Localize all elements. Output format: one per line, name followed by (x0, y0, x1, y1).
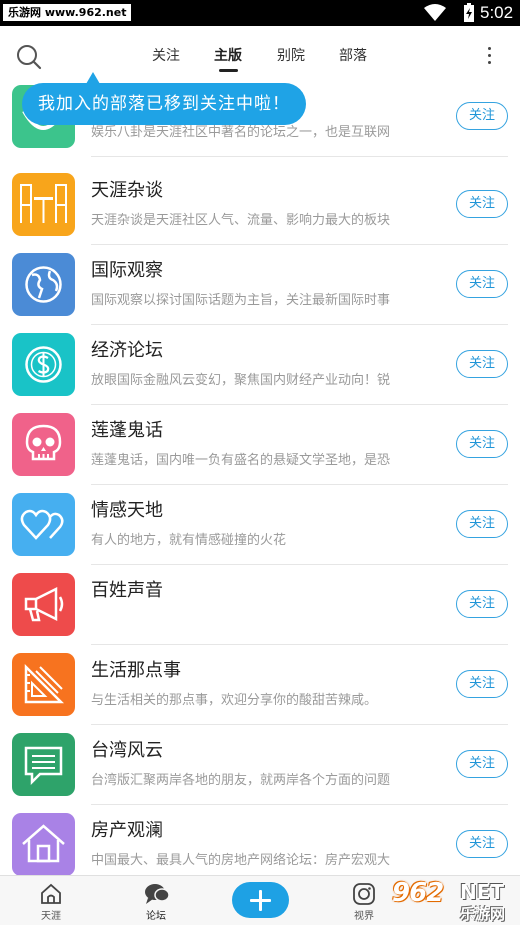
dollar-coin-icon (12, 333, 75, 396)
follow-button[interactable]: 关注 (456, 430, 508, 458)
tab-side-courtyard[interactable]: 别院 (277, 45, 305, 67)
forum-title: 台湾风云 (91, 740, 163, 761)
forum-item-taiwan[interactable]: 台湾风云 台湾版汇聚两岸各地的朋友，就两岸各个方面的问题 关注 (0, 725, 520, 805)
more-options-icon[interactable] (480, 44, 500, 68)
forum-item-international[interactable]: 国际观察 国际观察以探讨国际话题为主旨，关注最新国际时事 关注 (0, 245, 520, 325)
wifi-icon (424, 4, 446, 21)
follow-button[interactable]: 关注 (456, 670, 508, 698)
home-icon (41, 883, 61, 904)
forum-description: 与生活相关的那点事，欢迎分享你的酸甜苦辣咸。 (91, 693, 378, 708)
plus-icon[interactable] (232, 882, 289, 918)
divider (91, 156, 508, 157)
follow-button[interactable]: 关注 (456, 270, 508, 298)
status-time: 5:02 (480, 3, 514, 22)
chat-bubbles-icon (145, 884, 170, 904)
follow-button[interactable]: 关注 (456, 350, 508, 378)
forum-title: 百姓声音 (91, 580, 163, 601)
follow-button[interactable]: 关注 (456, 190, 508, 218)
forum-description: 莲蓬鬼话，国内唯一负有盛名的悬疑文学圣地，是恐 (91, 453, 391, 468)
forum-description: 放眼国际金融风云变幻，聚焦国内财经产业动向！锐 (91, 373, 391, 388)
tribe-moved-tooltip[interactable]: 我加入的部落已移到关注中啦！ (22, 83, 306, 125)
forum-description: 娱乐八卦是天涯社区中著名的论坛之一，也是互联网 (91, 125, 391, 140)
follow-button[interactable]: 关注 (456, 830, 508, 858)
forum-title: 经济论坛 (91, 340, 163, 361)
forum-description: 有人的地方，就有情感碰撞的火花 (91, 533, 287, 548)
battery-icon (464, 3, 474, 22)
site-watermark: 乐游网 www.962.net (2, 3, 133, 22)
search-icon[interactable] (14, 42, 44, 72)
forum-description: 台湾版汇聚两岸各地的朋友，就两岸各个方面的问题 (91, 773, 391, 788)
skull-icon (12, 413, 75, 476)
forum-item-economy[interactable]: 经济论坛 放眼国际金融风云变幻，聚焦国内财经产业动向！锐 关注 (0, 325, 520, 405)
follow-button[interactable]: 关注 (456, 750, 508, 778)
megaphone-icon (12, 573, 75, 636)
forum-title: 国际观察 (91, 260, 163, 281)
forum-item-real-estate[interactable]: 房产观澜 中国最大、最具人气的房地产网络论坛：房产宏观大 关注 (0, 805, 520, 875)
watermark-brand: 962 (392, 878, 444, 908)
globe-icon (12, 253, 75, 316)
forum-title: 莲蓬鬼话 (91, 420, 163, 441)
top-header: 关注 主版 别院 部落 (0, 26, 520, 88)
forum-title: 情感天地 (91, 500, 163, 521)
forum-title: 房产观澜 (91, 820, 163, 841)
forum-item-public-voice[interactable]: 百姓声音 关注 (0, 565, 520, 645)
chairs-table-icon (12, 173, 75, 236)
forum-title: 生活那点事 (91, 660, 181, 681)
forum-list: 娱乐八卦是天涯社区中著名的论坛之一，也是互联网 关注 天涯杂谈 天涯杂谈是天涯社… (0, 85, 520, 875)
follow-button[interactable]: 关注 (456, 102, 508, 130)
forum-title: 天涯杂谈 (91, 180, 163, 201)
tab-tribes[interactable]: 部落 (339, 45, 367, 67)
active-tab-indicator (219, 69, 238, 72)
nav-label: 视界 (354, 911, 374, 922)
forum-item-emotions[interactable]: 情感天地 有人的地方，就有情感碰撞的火花 关注 (0, 485, 520, 565)
follow-button[interactable]: 关注 (456, 590, 508, 618)
forum-item-life-matters[interactable]: 生活那点事 与生活相关的那点事，欢迎分享你的酸甜苦辣咸。 关注 (0, 645, 520, 725)
forum-description: 国际观察以探讨国际话题为主旨，关注最新国际时事 (91, 293, 391, 308)
house-icon (12, 813, 75, 875)
ruler-triangle-icon (12, 653, 75, 716)
status-bar: 乐游网 www.962.net 5:02 (0, 0, 520, 26)
nav-label: 天涯 (41, 911, 61, 922)
nav-label: 论坛 (146, 911, 166, 922)
forum-description: 天涯杂谈是天涯社区人气、流量、影响力最大的板块 (91, 213, 391, 228)
hearts-icon (12, 493, 75, 556)
tab-following[interactable]: 关注 (152, 45, 180, 67)
follow-button[interactable]: 关注 (456, 510, 508, 538)
forum-item-ghost-stories[interactable]: 莲蓬鬼话 莲蓬鬼话，国内唯一负有盛名的悬疑文学圣地，是恐 关注 (0, 405, 520, 485)
watermark-sub: 乐游网 (460, 905, 506, 923)
962-watermark-logo: 962 NET 乐游网 (390, 876, 518, 924)
forum-description: 中国最大、最具人气的房地产网络论坛：房产宏观大 (91, 853, 391, 868)
forum-item-tianya-zatan[interactable]: 天涯杂谈 天涯杂谈是天涯社区人气、流量、影响力最大的板块 关注 (0, 165, 520, 245)
chat-board-icon (12, 733, 75, 796)
watermark-net: NET (460, 880, 505, 904)
tab-main-board[interactable]: 主版 (214, 45, 242, 67)
camera-icon (353, 883, 375, 905)
